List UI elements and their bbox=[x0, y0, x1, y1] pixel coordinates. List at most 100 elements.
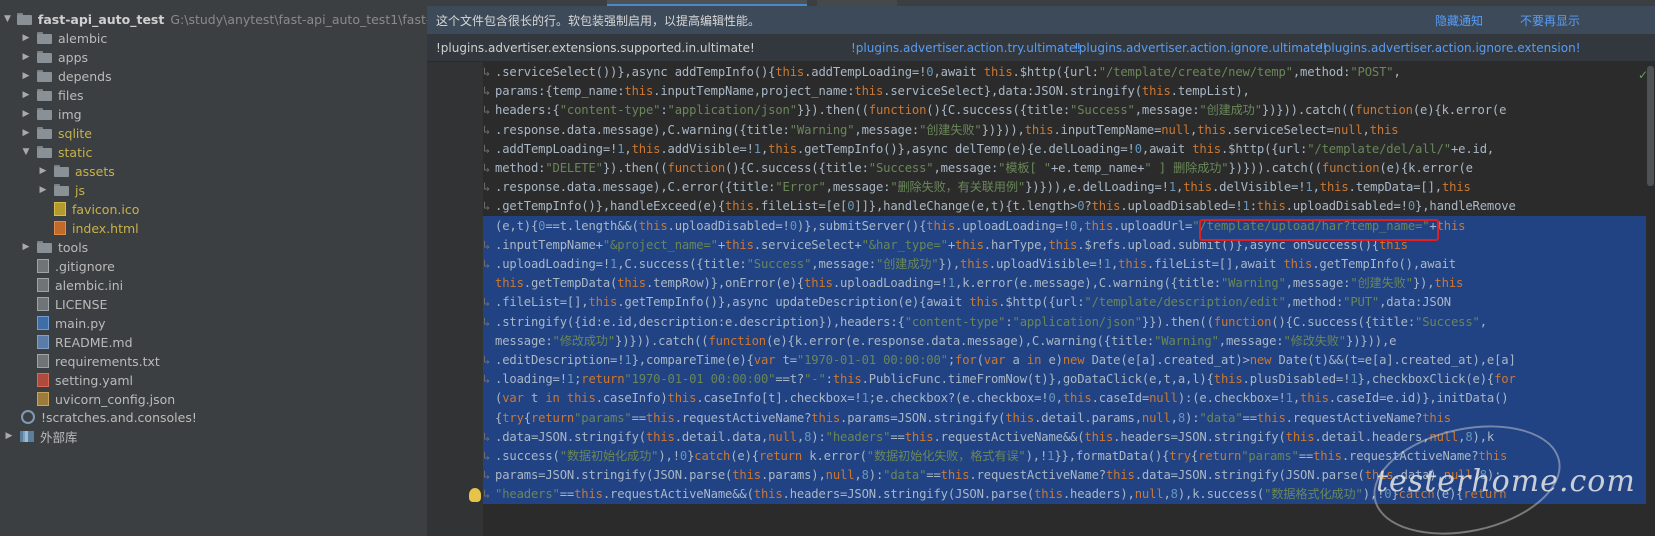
code-line[interactable]: ↳ .stringify({id:e.id,description:e.descr… bbox=[483, 311, 1646, 332]
chevron-right-icon[interactable]: ▶ bbox=[21, 109, 31, 119]
code-line[interactable]: ↳ .serviceSelect())},async addTempInfo(){… bbox=[483, 62, 1646, 82]
chevron-right-icon[interactable]: ▶ bbox=[21, 90, 31, 100]
code-line[interactable]: ↳ .inputTempName+"&project_name="+this.se… bbox=[483, 234, 1646, 255]
tree-item-sqlite[interactable]: ▶ sqlite bbox=[0, 123, 427, 143]
tree-item-files[interactable]: ▶ files bbox=[0, 85, 427, 105]
tree-item-tools[interactable]: ▶ tools bbox=[0, 237, 427, 257]
code-token: })})).catch(( bbox=[1228, 161, 1322, 175]
tree-item-apps[interactable]: ▶ apps bbox=[0, 47, 427, 67]
code-token: +e.temp_name+ bbox=[1050, 161, 1145, 175]
file-icon bbox=[37, 373, 49, 387]
code-line[interactable]: (var t in this.caseInfo)this.caseInfo[t]… bbox=[483, 388, 1646, 409]
tree-item-img[interactable]: ▶ img bbox=[0, 104, 427, 124]
code-line[interactable]: ↳ .uploadLoading=! 1 ,C.success({title:"Suc… bbox=[483, 254, 1646, 274]
code-token: null bbox=[1161, 122, 1191, 137]
tree-item-scratches[interactable]: !scratches.and.consoles! bbox=[0, 407, 427, 427]
tree-item-js[interactable]: ▶ js bbox=[0, 180, 427, 200]
notification-message: 这个文件包含很长的行。软包装强制启用，以提高编辑性能。 bbox=[436, 13, 761, 28]
chevron-right-icon[interactable]: ▶ bbox=[38, 185, 48, 195]
tree-item-external-libraries[interactable]: ▶ 外部库 bbox=[0, 426, 427, 446]
code-token: this bbox=[1084, 218, 1114, 233]
code-token: this bbox=[1313, 449, 1342, 463]
code-token: this bbox=[725, 237, 754, 252]
ignore-extension-link[interactable]: !plugins.advertiser.action.ignore.extens… bbox=[1319, 41, 1581, 55]
chevron-right-icon[interactable]: ▶ bbox=[21, 242, 31, 252]
chevron-right-icon[interactable]: ▶ bbox=[4, 431, 14, 441]
tree-item-uvicorn-config-json[interactable]: uvicorn_config.json bbox=[0, 389, 427, 409]
code-token: try bbox=[502, 410, 524, 425]
code-token: function bbox=[1321, 161, 1380, 175]
tree-item-requirements-txt[interactable]: requirements.txt bbox=[0, 351, 427, 371]
code-token: params=JSON.stringify(JSON.parse( bbox=[495, 468, 733, 483]
code-line[interactable]: message:"修改成功"})})).catch((function(e){k… bbox=[483, 330, 1646, 351]
tree-item-alembic-ini[interactable]: alembic.ini bbox=[0, 275, 427, 295]
code-line[interactable]: ↳ .addTempLoading=!1,this.addVisible=!1,t… bbox=[483, 139, 1646, 159]
tree-item-setting-yaml[interactable]: setting.yaml bbox=[0, 370, 427, 390]
code-token: "Error" bbox=[775, 180, 826, 195]
code-token: this bbox=[1197, 122, 1226, 137]
code-token: , bbox=[1292, 391, 1300, 406]
tree-root[interactable]: ▼ fast-api_auto_test G:\study\anytest\fa… bbox=[0, 9, 427, 29]
dont-show-again-link[interactable]: 不要再显示 bbox=[1520, 12, 1580, 29]
code-token: ,await bbox=[933, 65, 984, 79]
code-line[interactable]: ↳ params:{temp_name:this.inputTempName,pr… bbox=[483, 81, 1646, 101]
plugins-message: !plugins.advertiser.extensions.supported… bbox=[436, 40, 755, 55]
tree-item-label: assets bbox=[75, 163, 115, 179]
code-token: .uploadLoading=! bbox=[955, 218, 1070, 233]
code-line[interactable]: ↳ method:"DELETE"}).then((function(){C.su… bbox=[483, 158, 1646, 178]
code-token: "/template/description/edit" bbox=[1084, 295, 1286, 310]
code-token: function bbox=[667, 161, 726, 175]
ignore-ultimate-link[interactable]: !plugins.advertiser.action.ignore.ultima… bbox=[1074, 41, 1327, 55]
code-token: this bbox=[804, 276, 833, 291]
tree-item-label: tools bbox=[58, 239, 89, 255]
code-token: .PublicFunc.timeFromNow(t)},goDataClick(… bbox=[861, 372, 1214, 387]
chevron-right-icon[interactable]: ▶ bbox=[38, 166, 48, 176]
code-line[interactable]: ↳ .loading=!1;return"1970-01-01 00:00:00"… bbox=[483, 369, 1646, 390]
code-token: .caseInfo) bbox=[595, 391, 668, 406]
code-line[interactable]: this.getTempData(this.tempRow)},onError(… bbox=[483, 273, 1646, 294]
scrollbar-thumb[interactable] bbox=[1647, 66, 1654, 186]
editor-scrollbar[interactable] bbox=[1646, 62, 1655, 536]
try-ultimate-link[interactable]: !plugins.advertiser.action.try.ultimate! bbox=[851, 41, 1081, 55]
lightbulb-icon[interactable] bbox=[469, 488, 481, 502]
tree-item-readme-md[interactable]: README.md bbox=[0, 332, 427, 352]
code-token: "application/json" bbox=[1012, 314, 1143, 329]
soft-wrap-indicator: ↳ bbox=[483, 103, 491, 118]
tree-item-license[interactable]: LICENSE bbox=[0, 294, 427, 314]
tree-item-assets[interactable]: ▶ assets bbox=[0, 161, 427, 181]
chevron-right-icon[interactable]: ▶ bbox=[21, 52, 31, 62]
code-line[interactable]: ↳ .editDescription=!1},compareTime(e){var… bbox=[483, 350, 1646, 370]
tree-item-gitignore[interactable]: .gitignore bbox=[0, 256, 427, 276]
tree-item-depends[interactable]: ▶ depends bbox=[0, 66, 427, 86]
code-line[interactable]: ↳ .response.data.message),C.warning({titl… bbox=[483, 120, 1646, 140]
tree-item-static[interactable]: ▼ static bbox=[0, 142, 427, 162]
code-token: .headers=JSON.stringify(JSON.parse( bbox=[782, 487, 1035, 502]
hide-notification-link[interactable]: 隐藏通知 bbox=[1435, 12, 1483, 29]
code-line[interactable]: ↳ .fileList=[],this.getTempInfo()},async … bbox=[483, 292, 1646, 313]
tree-item-main-py[interactable]: main.py bbox=[0, 313, 427, 333]
folder-icon bbox=[37, 32, 52, 44]
chevron-right-icon[interactable]: ▶ bbox=[21, 33, 31, 43]
chevron-down-icon[interactable]: ▼ bbox=[4, 14, 11, 24]
tree-item-label: apps bbox=[58, 49, 89, 65]
tree-item-label: requirements.txt bbox=[55, 353, 160, 369]
code-token: this bbox=[811, 410, 840, 425]
chevron-right-icon[interactable]: ▶ bbox=[21, 71, 31, 81]
code-line[interactable]: ↳ .response.data.message),C.error({title:… bbox=[483, 177, 1646, 197]
code-token: this bbox=[1441, 180, 1471, 195]
code-token: == bbox=[631, 410, 647, 425]
tree-item-favicon-ico[interactable]: favicon.ico bbox=[0, 199, 427, 219]
code-token: , bbox=[624, 141, 632, 156]
code-line[interactable]: (e,t){0==t.length&&(this.uploadDisabled=… bbox=[483, 215, 1646, 236]
code-token: this bbox=[904, 429, 934, 444]
editor-gutter[interactable] bbox=[427, 62, 483, 536]
tree-item-alembic[interactable]: ▶ alembic bbox=[0, 28, 427, 48]
code-line[interactable]: ↳ headers:{"content-type":"application/js… bbox=[483, 100, 1646, 120]
tree-item-index-html[interactable]: index.html bbox=[0, 218, 427, 238]
code-line[interactable]: {try{return"params"==this.requestActiveN… bbox=[483, 407, 1646, 428]
inspection-ok-icon[interactable]: ✓ bbox=[1638, 68, 1648, 82]
plugins-notification: !plugins.advertiser.extensions.supported… bbox=[427, 34, 1655, 62]
chevron-right-icon[interactable]: ▶ bbox=[21, 128, 31, 138]
chevron-down-icon[interactable]: ▼ bbox=[21, 147, 31, 157]
code-line[interactable]: ↳ .getTempInfo()},handleExceed(e){this.fi… bbox=[483, 196, 1646, 216]
